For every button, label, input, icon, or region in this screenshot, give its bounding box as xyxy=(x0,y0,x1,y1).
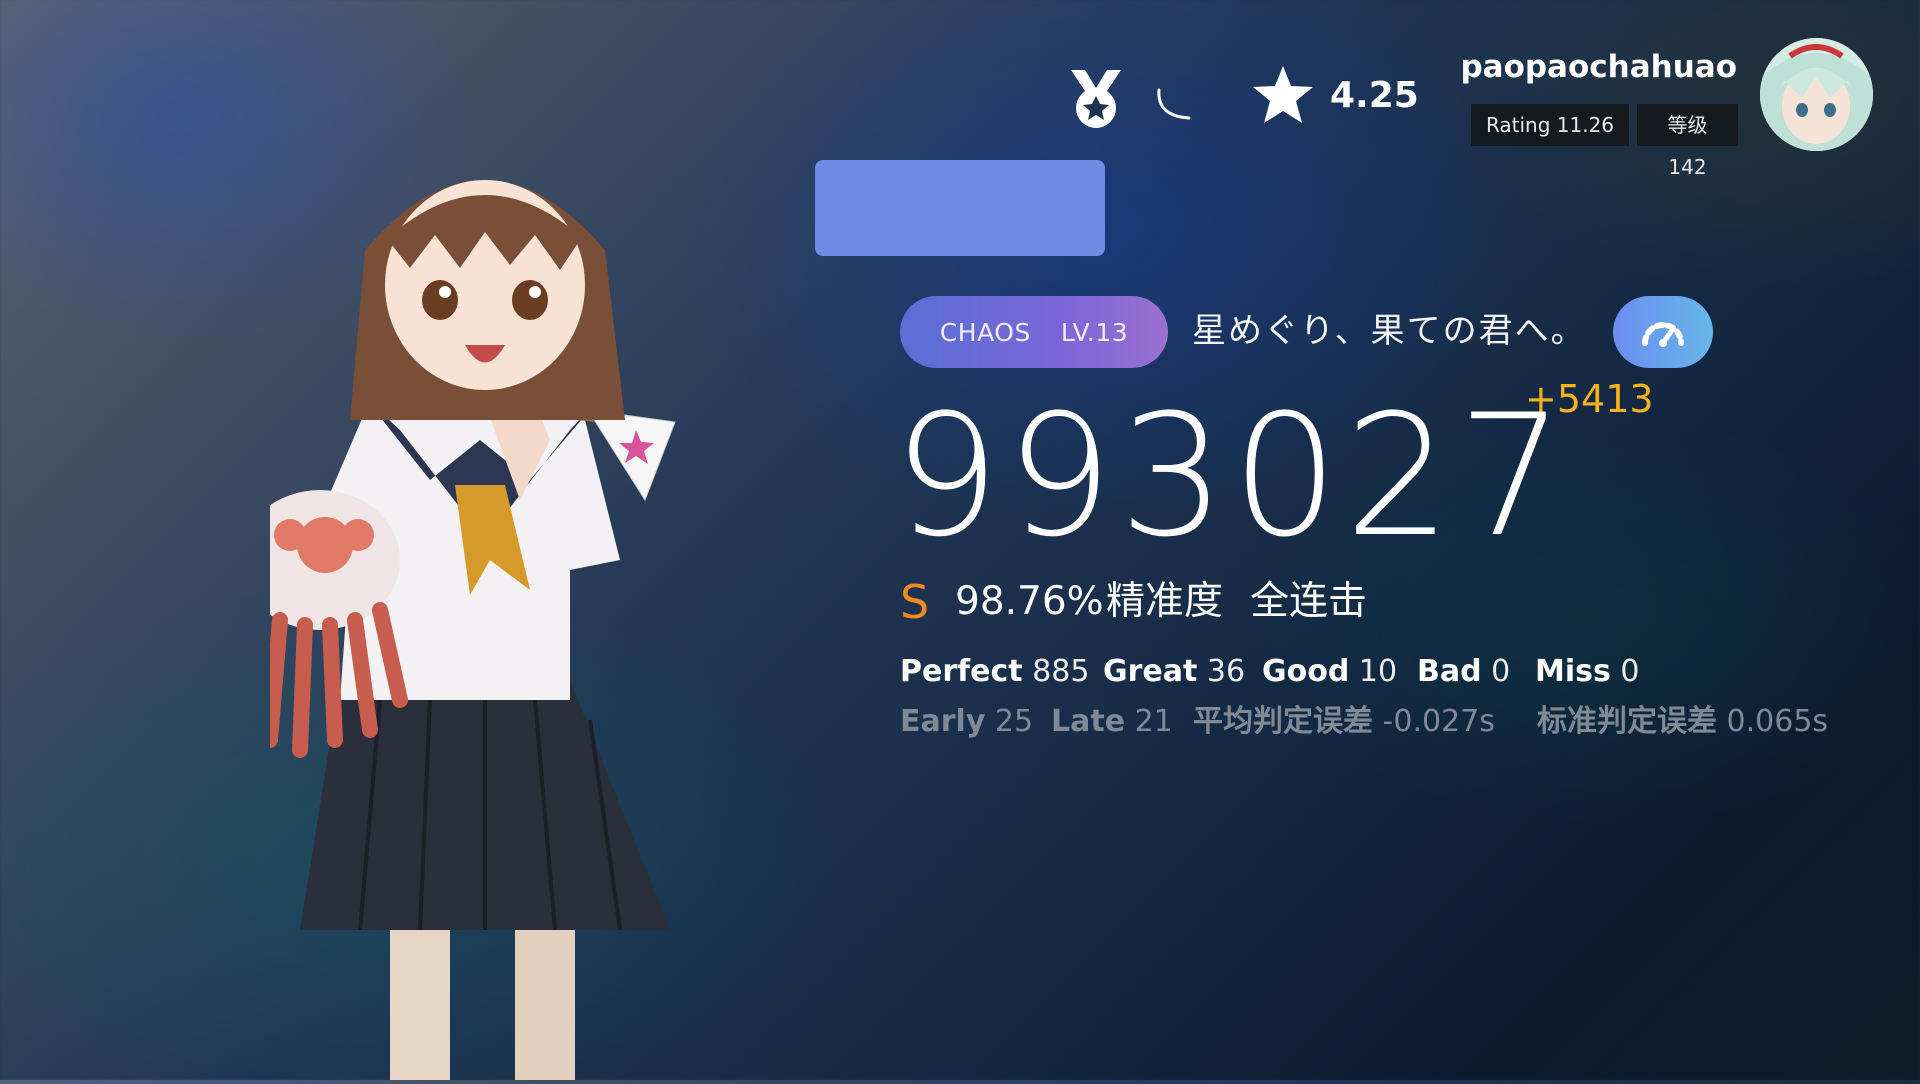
bad-count: 0 xyxy=(1491,654,1511,689)
spinner-icon xyxy=(1155,86,1197,122)
late-label: Late xyxy=(1051,704,1126,739)
perfect-count: 885 xyxy=(1032,654,1090,689)
medal-icon xyxy=(1065,68,1127,130)
miss-label: Miss xyxy=(1535,654,1611,689)
jacket-placeholder xyxy=(815,160,1105,256)
miss-count: 0 xyxy=(1620,654,1640,689)
avatar[interactable] xyxy=(1760,38,1873,151)
username: paopaochahuao xyxy=(1460,49,1737,85)
bad-label: Bad xyxy=(1417,654,1482,689)
grade: S xyxy=(900,575,930,629)
difficulty-name: CHAOS xyxy=(939,317,1031,347)
early-label: Early xyxy=(900,704,986,739)
accuracy: 98.76% xyxy=(955,579,1104,624)
full-combo-label: 全连击 xyxy=(1250,579,1368,624)
early-count: 25 xyxy=(994,704,1034,739)
avg-error-value: -0.027s xyxy=(1382,704,1495,739)
difficulty-pill: CHAOS LV.13 xyxy=(900,296,1168,368)
judge-perfect: Perfect 885 xyxy=(900,654,1089,690)
gauge-icon xyxy=(1642,322,1684,347)
speed-button[interactable] xyxy=(1613,296,1713,368)
judge-bad: Bad 0 xyxy=(1417,654,1510,690)
late-count: 21 xyxy=(1134,704,1173,739)
judge-good: Good 10 xyxy=(1262,654,1397,690)
accuracy-label: 精准度 xyxy=(1106,579,1224,624)
character-illustration xyxy=(240,140,750,1080)
star-icon xyxy=(1250,64,1316,126)
timing-std-error: 标准判定误差 0.065s xyxy=(1537,704,1828,740)
judge-miss: Miss 0 xyxy=(1535,654,1640,690)
std-error-label: 标准判定误差 xyxy=(1537,704,1717,739)
timing-late: Late 21 xyxy=(1051,704,1173,740)
perfect-label: Perfect xyxy=(900,654,1023,689)
score: 993027 xyxy=(893,378,1571,574)
great-label: Great xyxy=(1103,654,1198,689)
level-badge: 等级 142 xyxy=(1629,104,1738,179)
good-label: Good xyxy=(1262,654,1350,689)
difficulty-rating: 4.25 xyxy=(1330,75,1419,116)
good-count: 10 xyxy=(1358,654,1398,689)
timing-early: Early 25 xyxy=(900,704,1033,740)
avg-error-label: 平均判定误差 xyxy=(1193,704,1373,739)
difficulty-level: LV.13 xyxy=(1060,317,1129,347)
judge-great: Great 36 xyxy=(1103,654,1245,690)
rating-badge: Rating 11.26 xyxy=(1471,104,1629,146)
great-count: 36 xyxy=(1206,654,1246,689)
song-title: 星めぐり、果ての君へ。 xyxy=(1192,311,1587,351)
timing-avg-error: 平均判定误差 -0.027s xyxy=(1193,704,1495,740)
std-error-value: 0.065s xyxy=(1726,704,1829,739)
